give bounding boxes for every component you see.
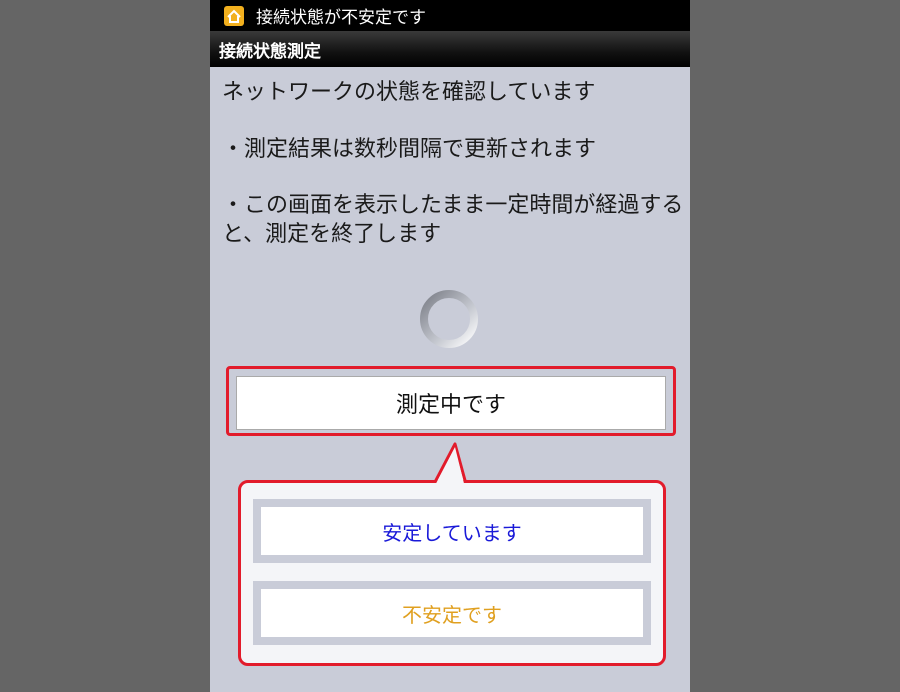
measuring-status-highlight: 測定中です — [226, 366, 676, 436]
legend-item-unstable: 不安定です — [253, 581, 651, 645]
measuring-status-button[interactable]: 測定中です — [236, 376, 666, 430]
message-line-checking: ネットワークの状態を確認しています — [222, 80, 596, 105]
legend-label-stable: 安定しています — [261, 507, 643, 555]
loading-spinner-icon — [420, 290, 478, 348]
message-line-auto-finish: ・この画面を表示したまま一定時間が経過すると、測定を終了します — [222, 193, 684, 247]
status-legend-callout: 安定しています 不安定です — [234, 434, 666, 674]
status-legend-box: 安定しています 不安定です — [238, 480, 666, 666]
status-bar-text: 接続状態が不安定です — [256, 8, 426, 28]
title-bar: 接続状態測定 — [210, 31, 690, 67]
legend-label-unstable: 不安定です — [261, 589, 643, 637]
phone-screen: 接続状態が不安定です 接続状態測定 ネットワークの状態を確認しています ・測定結… — [210, 0, 690, 692]
app-icon — [224, 5, 244, 26]
legend-item-stable: 安定しています — [253, 499, 651, 563]
message-line-update-interval: ・測定結果は数秒間隔で更新されます — [222, 137, 597, 162]
page-title: 接続状態測定 — [219, 41, 321, 62]
status-bar: 接続状態が不安定です — [210, 0, 690, 31]
callout-pointer-cover — [436, 447, 464, 484]
